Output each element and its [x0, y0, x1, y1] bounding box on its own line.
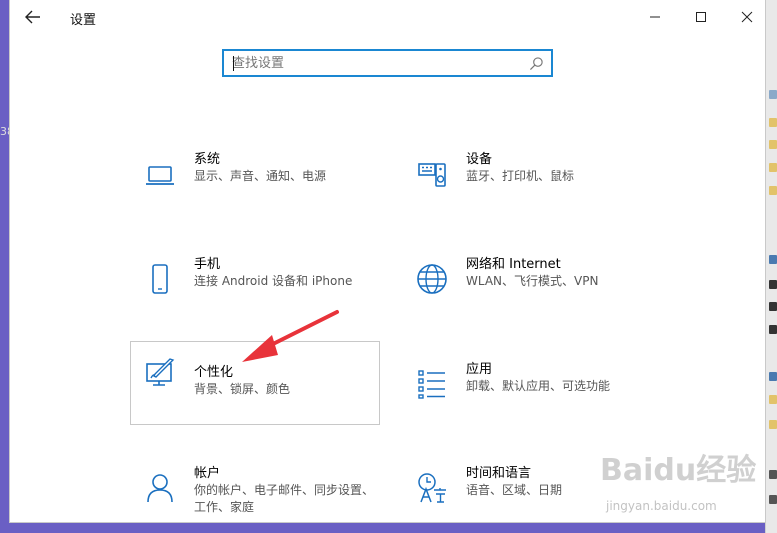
tile-description: 连接 Android 设备和 iPhone [194, 274, 353, 288]
tile-network[interactable]: 网络和 Internet WLAN、飞行模式、VPN [402, 247, 652, 331]
tile-title: 时间和语言 [466, 466, 532, 481]
time-language-icon [418, 473, 446, 503]
paint-tablet-icon [146, 358, 175, 386]
strip-chip [769, 325, 777, 334]
settings-window: 设置 系统 显示、声音、通知、电源 [10, 0, 765, 522]
strip-chip [769, 163, 777, 172]
search-icon[interactable] [529, 56, 544, 71]
tile-title: 个性化 [194, 365, 234, 380]
tile-title: 系统 [194, 152, 221, 167]
strip-chip [769, 90, 777, 99]
tile-description: 你的帐户、电子邮件、同步设置、工作、家庭 [194, 483, 375, 514]
strip-chip [769, 140, 777, 149]
tile-title: 帐户 [194, 466, 221, 481]
strip-chip [769, 302, 777, 311]
laptop-icon [146, 166, 174, 185]
tile-title: 手机 [194, 257, 221, 272]
minimize-icon [650, 16, 660, 18]
maximize-button[interactable] [678, 0, 724, 34]
tile-title: 设备 [466, 152, 493, 167]
strip-chip [769, 372, 777, 381]
close-icon [741, 11, 753, 23]
tile-title: 网络和 Internet [466, 257, 561, 272]
strip-chip [769, 255, 777, 264]
keyboard-speaker-icon [418, 163, 446, 187]
background-window-strip [765, 0, 777, 533]
strip-chip [769, 186, 777, 195]
tile-title: 应用 [466, 362, 493, 377]
person-icon [147, 474, 173, 503]
watermark-logo: Baidu经验 [600, 453, 757, 488]
tile-description: 蓝牙、打印机、鼠标 [466, 169, 575, 183]
strip-chip [769, 280, 777, 289]
strip-chip [769, 395, 777, 404]
globe-icon [417, 264, 447, 294]
window-title: 设置 [70, 13, 97, 28]
tile-system[interactable]: 系统 显示、声音、通知、电源 [130, 142, 380, 226]
watermark-url: jingyan.baidu.com [606, 499, 717, 513]
strip-chip [769, 118, 777, 127]
tile-description: 背景、锁屏、颜色 [194, 382, 291, 396]
minimize-button[interactable] [632, 0, 678, 34]
title-bar: 设置 [10, 0, 765, 34]
apps-list-icon [418, 370, 445, 399]
tile-personalization[interactable]: 个性化 背景、锁屏、颜色 [130, 341, 380, 425]
tile-devices[interactable]: 设备 蓝牙、打印机、鼠标 [402, 142, 652, 226]
maximize-icon [696, 12, 706, 22]
strip-chip [769, 420, 777, 429]
search-input[interactable] [232, 54, 522, 72]
tile-phone[interactable]: 手机 连接 Android 设备和 iPhone [130, 247, 380, 331]
baidu-watermark: Baidu经验 jingyan.baidu.com [600, 445, 765, 520]
tile-apps[interactable]: 应用 卸载、默认应用、可选功能 [402, 352, 652, 436]
back-button[interactable] [18, 3, 48, 31]
strip-chip [769, 470, 777, 479]
phone-icon [152, 264, 168, 294]
desktop-bottom-band [0, 522, 765, 533]
tile-description: 卸载、默认应用、可选功能 [466, 379, 611, 393]
search-box[interactable] [222, 49, 553, 77]
text-caret [233, 56, 234, 71]
tile-description: 显示、声音、通知、电源 [194, 169, 327, 183]
back-arrow-icon [25, 10, 40, 24]
strip-chip [769, 495, 777, 504]
tile-accounts[interactable]: 帐户 你的帐户、电子邮件、同步设置、工作、家庭 [130, 456, 380, 522]
desktop-background [0, 0, 10, 533]
close-button[interactable] [724, 0, 765, 34]
tile-description: WLAN、飞行模式、VPN [466, 274, 599, 288]
